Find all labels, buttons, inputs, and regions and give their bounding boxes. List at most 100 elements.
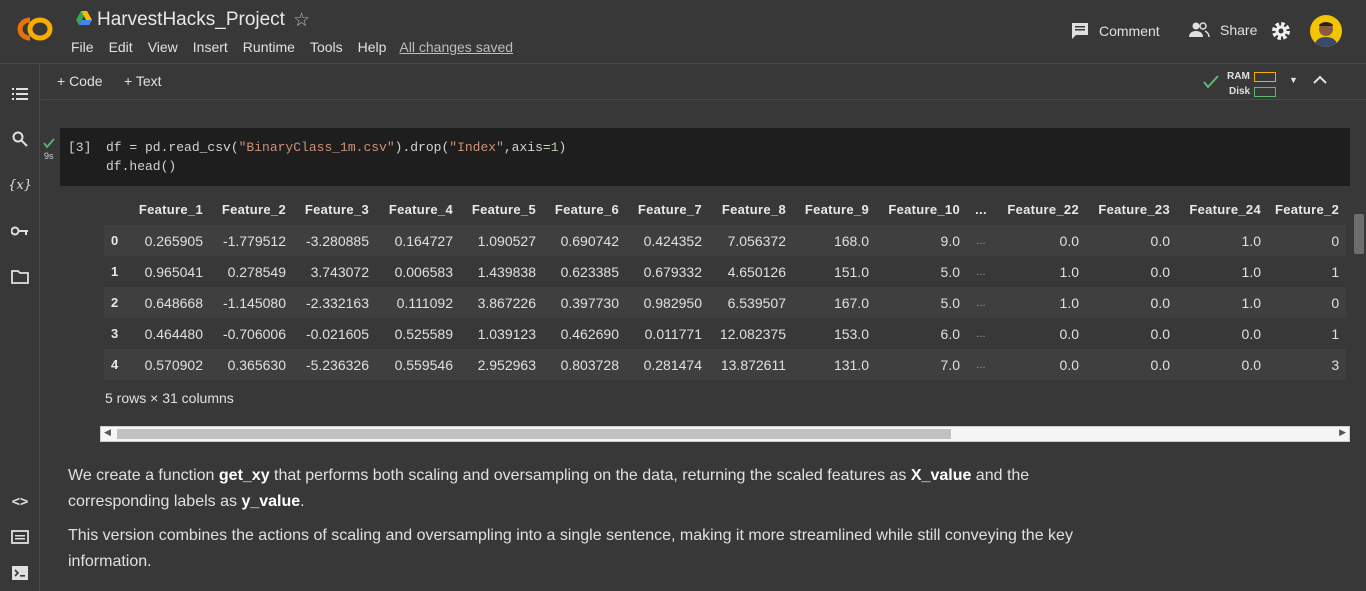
connected-check-icon [1203,75,1219,89]
ram-usage-bar [1254,72,1276,82]
star-icon[interactable]: ☆ [293,9,310,32]
add-code-button[interactable]: + Code [57,73,103,89]
text-cell-paragraph-2[interactable]: This version combines the actions of sca… [68,523,1108,575]
code-cell[interactable] [60,128,1350,186]
resource-dropdown-icon[interactable]: ▼ [1289,75,1298,85]
google-drive-icon[interactable] [76,11,92,25]
table-cell: 1 [1331,325,1340,342]
secrets-key-icon[interactable] [10,221,30,241]
table-cell: 3 [1331,356,1340,373]
share-people-icon [1189,22,1210,38]
table-of-contents-icon[interactable] [10,84,30,104]
table-cell: 3.867226 [477,294,536,311]
table-cell: 6.0 [940,325,960,342]
table-cell: 0.0 [1059,232,1079,249]
code-snippets-icon[interactable]: <> [10,492,30,512]
settings-gear-icon[interactable] [1271,21,1291,41]
code-line-1[interactable]: df = pd.read_csv("BinaryClass_1m.csv").d… [106,140,566,155]
text-run: We create a function [68,467,219,484]
code-line-2[interactable]: df.head() [106,159,176,174]
comment-icon [1072,23,1088,39]
table-cell: 0.397730 [560,294,619,311]
table-cell: 0.111092 [396,294,453,311]
table-cell: 1.439838 [477,263,536,280]
menu-bar: File Edit View Insert Runtime Tools Help… [71,39,528,55]
execution-count: [3] [68,140,92,155]
colab-logo-icon[interactable] [14,14,56,44]
collapse-header-icon[interactable] [1313,72,1327,90]
table-cell: 12.082375 [719,325,786,342]
notebook-title[interactable]: HarvestHacks_Project [97,9,285,31]
share-button[interactable]: Share [1188,22,1257,38]
menu-view[interactable]: View [148,39,178,55]
user-avatar[interactable] [1310,15,1342,47]
table-header-row: Feature_1 Feature_2 Feature_3 Feature_4 Feat… [104,194,1346,225]
variables-icon[interactable]: {x} [8,175,32,195]
table-cell: 2.952963 [477,356,536,373]
column-header: Feature_6 [554,202,619,217]
column-header: Feature_22 [1007,202,1079,217]
table-cell: 0.0 [1150,294,1170,311]
code-number: 1 [550,140,559,155]
table-cell: 0.690742 [560,232,619,249]
scroll-left-icon[interactable]: ◀ [104,427,111,438]
table-cell: 0.623385 [560,263,619,280]
table-cell: -0.706006 [222,325,286,342]
menu-edit[interactable]: Edit [109,39,133,55]
table-cell: -1.779512 [222,232,286,249]
row-index: 2 [111,295,119,310]
add-text-button[interactable]: + Text [124,73,162,89]
column-header: Feature_2 [221,202,286,217]
table-cell: 1.0 [1241,294,1261,311]
table-cell: 0 [1331,294,1340,311]
comment-button[interactable]: Comment [1071,22,1160,40]
column-header: ... [975,202,987,217]
left-sidebar: {x} <> [0,64,40,591]
menu-file[interactable]: File [71,39,94,55]
terminal-icon[interactable] [10,563,30,583]
notebook-toolbar: + Code + Text RAM Disk ▼ [41,64,1366,100]
table-cell: ... [976,327,986,340]
table-cell: 0.803728 [560,356,619,373]
table-row: 0 0.265905 -1.779512 -3.280885 0.164727 1.090… [104,225,1347,256]
table-cell: 0.424352 [643,232,702,249]
menu-tools[interactable]: Tools [310,39,343,55]
scroll-right-icon[interactable]: ▶ [1339,427,1346,438]
table-cell: 0.0 [1150,232,1170,249]
menu-help[interactable]: Help [358,39,387,55]
table-cell: 5.0 [940,263,960,280]
table-cell: 0.0 [1059,325,1079,342]
menu-runtime[interactable]: Runtime [243,39,295,55]
table-cell: -3.280885 [305,232,369,249]
resource-monitor[interactable]: RAM Disk ▼ [1203,68,1323,97]
column-header: Feature_9 [804,202,869,217]
text-bold: get_xy [218,467,270,484]
table-row: 2 0.648668 -1.145080 -2.332163 0.111092 3.867… [104,287,1347,318]
table-cell: ... [976,265,986,278]
menu-insert[interactable]: Insert [193,39,228,55]
horizontal-scrollbar[interactable]: ◀ ▶ [100,426,1350,442]
table-cell: 0.0 [1150,356,1170,373]
ram-label: RAM [1227,71,1250,82]
table-cell: 0.281474 [643,356,702,373]
vertical-scrollbar[interactable] [1354,214,1364,254]
table-cell: 0 [1331,232,1340,249]
table-cell: 153.0 [833,325,869,342]
table-cell: 0.365630 [227,356,286,373]
column-header: Feature_24 [1189,202,1261,217]
text-cell-paragraph-1[interactable]: We create a function get_xy that perform… [68,463,1108,515]
table-cell: 3.743072 [310,263,369,280]
dataframe-shape: 5 rows × 31 columns [105,390,234,406]
table-cell: 1.090527 [477,232,536,249]
search-icon[interactable] [10,129,30,149]
column-header: Feature_1 [138,202,203,217]
table-cell: 13.872611 [720,356,786,373]
scroll-thumb[interactable] [117,429,951,439]
table-cell: 1.0 [1241,263,1261,280]
files-folder-icon[interactable] [10,267,30,287]
save-status[interactable]: All changes saved [399,39,513,55]
table-cell: -0.021605 [305,325,369,342]
code-token: df = pd.read_csv( [106,140,239,155]
command-palette-icon[interactable] [10,527,30,547]
table-cell: 9.0 [940,232,960,249]
